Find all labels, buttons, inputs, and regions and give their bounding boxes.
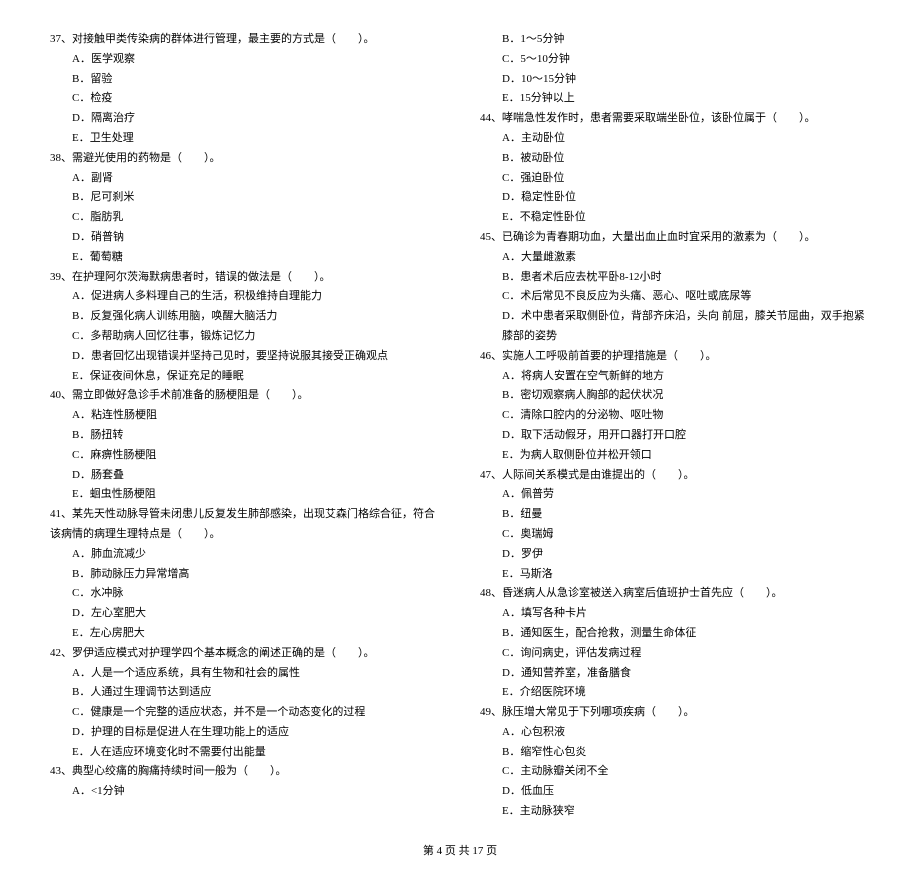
q49-d: D．低血压: [480, 782, 870, 802]
left-column: 37、对接触甲类传染病的群体进行管理，最主要的方式是（ ）。 A．医学观察 B．…: [50, 30, 440, 822]
q37-c: C．检疫: [50, 89, 440, 109]
q45-b: B．患者术后应去枕平卧8-12小时: [480, 268, 870, 288]
q39-stem: 39、在护理阿尔茨海默病患者时，错误的做法是（ ）。: [50, 268, 440, 288]
q48-stem: 48、昏迷病人从急诊室被送入病室后值班护士首先应（ ）。: [480, 584, 870, 604]
q47-c: C．奥瑞姆: [480, 525, 870, 545]
q42-a: A．人是一个适应系统，具有生物和社会的属性: [50, 664, 440, 684]
q40-a: A．粘连性肠梗阻: [50, 406, 440, 426]
q38-c: C．脂肪乳: [50, 208, 440, 228]
q49-b: B．缩窄性心包炎: [480, 743, 870, 763]
q38-d: D．硝普钠: [50, 228, 440, 248]
q41-stem: 41、某先天性动脉导管未闭患儿反复发生肺部感染，出现艾森门格综合征，符合该病情的…: [50, 505, 440, 545]
q47-e: E．马斯洛: [480, 565, 870, 585]
q37-stem: 37、对接触甲类传染病的群体进行管理，最主要的方式是（ ）。: [50, 30, 440, 50]
q46-stem: 46、实施人工呼吸前首要的护理措施是（ ）。: [480, 347, 870, 367]
q38-e: E．葡萄糖: [50, 248, 440, 268]
q49-a: A．心包积液: [480, 723, 870, 743]
q37-e: E．卫生处理: [50, 129, 440, 149]
q45-a: A．大量雌激素: [480, 248, 870, 268]
q45-d: D．术中患者采取侧卧位，背部齐床沿，头向 前屈，膝关节屈曲，双手抱紧膝部的姿势: [480, 307, 870, 347]
q45-c: C．术后常见不良反应为头痛、恶心、呕吐或底尿等: [480, 287, 870, 307]
q42-d: D．护理的目标是促进人在生理功能上的适应: [50, 723, 440, 743]
q37-a: A．医学观察: [50, 50, 440, 70]
q48-c: C．询问病史，评估发病过程: [480, 644, 870, 664]
q46-a: A．将病人安置在空气新鲜的地方: [480, 367, 870, 387]
q47-stem: 47、人际间关系模式是由谁提出的（ ）。: [480, 466, 870, 486]
q43-a: A．<1分钟: [50, 782, 440, 802]
q44-b: B．被动卧位: [480, 149, 870, 169]
q48-d: D．通知营养室，准备膳食: [480, 664, 870, 684]
q44-a: A．主动卧位: [480, 129, 870, 149]
q47-b: B．纽曼: [480, 505, 870, 525]
q42-b: B．人通过生理调节达到适应: [50, 683, 440, 703]
q47-a: A．佩普劳: [480, 485, 870, 505]
q39-c: C．多帮助病人回忆往事，锻炼记忆力: [50, 327, 440, 347]
q43-stem: 43、典型心绞痛的胸痛持续时间一般为（ ）。: [50, 762, 440, 782]
q40-d: D．肠套叠: [50, 466, 440, 486]
right-column: B．1～5分钟 C．5～10分钟 D．10～15分钟 E．15分钟以上 44、哮…: [480, 30, 870, 822]
q42-e: E．人在适应环境变化时不需要付出能量: [50, 743, 440, 763]
q48-e: E．介绍医院环境: [480, 683, 870, 703]
q43-b: B．1～5分钟: [480, 30, 870, 50]
q46-e: E．为病人取侧卧位并松开领口: [480, 446, 870, 466]
q40-b: B．肠扭转: [50, 426, 440, 446]
q39-d: D．患者回忆出现错误并坚持己见时，要坚持说服其接受正确观点: [50, 347, 440, 367]
q47-d: D．罗伊: [480, 545, 870, 565]
q48-b: B．通知医生，配合抢救，测量生命体征: [480, 624, 870, 644]
q40-c: C．麻痹性肠梗阻: [50, 446, 440, 466]
page-footer: 第 4 页 共 17 页: [50, 842, 870, 862]
q44-d: D．稳定性卧位: [480, 188, 870, 208]
q39-b: B．反复强化病人训练用脑，唤醒大脑活力: [50, 307, 440, 327]
q38-stem: 38、需避光使用的药物是（ ）。: [50, 149, 440, 169]
q49-e: E．主动脉狭窄: [480, 802, 870, 822]
q41-a: A．肺血流减少: [50, 545, 440, 565]
q45-stem: 45、已确诊为青春期功血，大量出血止血时宜采用的激素为（ ）。: [480, 228, 870, 248]
q43-d: D．10～15分钟: [480, 70, 870, 90]
q49-stem: 49、脉压增大常见于下列哪项疾病（ ）。: [480, 703, 870, 723]
q43-c: C．5～10分钟: [480, 50, 870, 70]
q39-a: A．促进病人多料理自己的生活，积极维持自理能力: [50, 287, 440, 307]
q39-e: E．保证夜间休息，保证充足的睡眠: [50, 367, 440, 387]
q49-c: C．主动脉瓣关闭不全: [480, 762, 870, 782]
q41-e: E．左心房肥大: [50, 624, 440, 644]
q43-e: E．15分钟以上: [480, 89, 870, 109]
q42-c: C．健康是一个完整的适应状态，并不是一个动态变化的过程: [50, 703, 440, 723]
q46-d: D．取下活动假牙，用开口器打开口腔: [480, 426, 870, 446]
q46-c: C．清除口腔内的分泌物、呕吐物: [480, 406, 870, 426]
q41-d: D．左心室肥大: [50, 604, 440, 624]
q41-b: B．肺动脉压力异常增高: [50, 565, 440, 585]
q46-b: B．密切观察病人胸部的起伏状况: [480, 386, 870, 406]
q37-b: B．留验: [50, 70, 440, 90]
q40-e: E．蛔虫性肠梗阻: [50, 485, 440, 505]
q48-a: A．填写各种卡片: [480, 604, 870, 624]
q44-c: C．强迫卧位: [480, 169, 870, 189]
q42-stem: 42、罗伊适应模式对护理学四个基本概念的阐述正确的是（ ）。: [50, 644, 440, 664]
q44-stem: 44、哮喘急性发作时，患者需要采取端坐卧位，该卧位属于（ ）。: [480, 109, 870, 129]
q38-b: B．尼可刹米: [50, 188, 440, 208]
q38-a: A．副肾: [50, 169, 440, 189]
q37-d: D．隔离治疗: [50, 109, 440, 129]
q44-e: E．不稳定性卧位: [480, 208, 870, 228]
q40-stem: 40、需立即做好急诊手术前准备的肠梗阻是（ ）。: [50, 386, 440, 406]
q41-c: C．水冲脉: [50, 584, 440, 604]
two-column-layout: 37、对接触甲类传染病的群体进行管理，最主要的方式是（ ）。 A．医学观察 B．…: [50, 30, 870, 822]
